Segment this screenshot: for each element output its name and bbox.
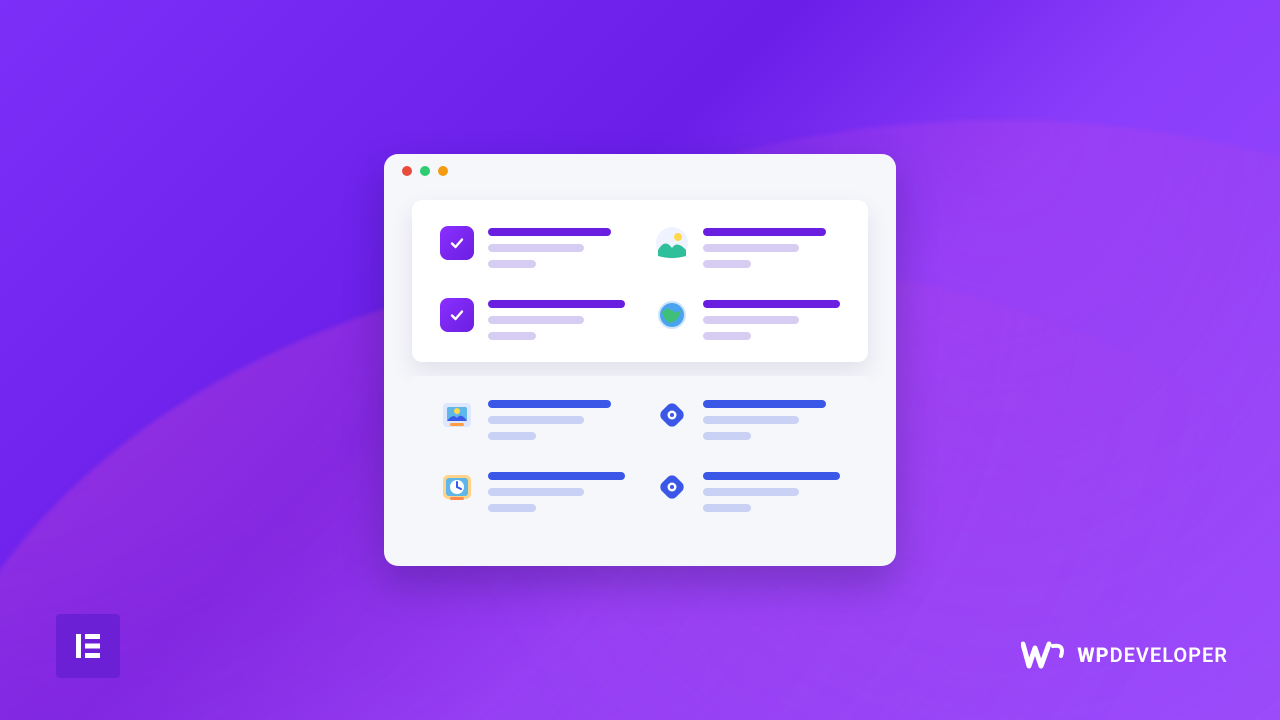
- placeholder-lines: [488, 398, 625, 440]
- list-item: [655, 226, 840, 268]
- developer-suffix: DEVELOPER: [1110, 643, 1228, 667]
- placeholder-lines: [703, 298, 840, 340]
- list-item: [655, 470, 840, 512]
- traffic-light-zoom-icon: [438, 166, 448, 176]
- elementor-icon: [71, 629, 105, 663]
- placeholder-lines: [488, 470, 625, 512]
- list-item: [440, 226, 625, 268]
- feature-panel-bottom: [412, 376, 868, 534]
- list-item: [440, 470, 625, 512]
- diamond-icon: [655, 398, 689, 432]
- image-icon: [655, 226, 689, 260]
- feature-panels: [412, 200, 868, 534]
- globe-icon: [655, 298, 689, 332]
- elementor-logo: [56, 614, 120, 678]
- list-item: [440, 298, 625, 340]
- checkbox-icon: [440, 298, 474, 332]
- list-item: [655, 398, 840, 440]
- feature-grid: [440, 398, 840, 512]
- traffic-light-close-icon: [402, 166, 412, 176]
- browser-titlebar: [384, 154, 896, 188]
- browser-window: [384, 154, 896, 566]
- diamond-icon: [655, 470, 689, 504]
- placeholder-lines: [703, 226, 840, 268]
- wpdeveloper-logo: WPDEVELOPER: [1021, 640, 1228, 670]
- wpdeveloper-wordmark: WPDEVELOPER: [1077, 643, 1228, 667]
- wpdeveloper-mark-icon: [1021, 640, 1067, 670]
- photo-icon: [440, 398, 474, 432]
- checkbox-icon: [440, 226, 474, 260]
- placeholder-lines: [488, 298, 625, 340]
- placeholder-lines: [488, 226, 625, 268]
- list-item: [655, 298, 840, 340]
- wp-prefix: WP: [1077, 643, 1109, 667]
- feature-grid: [440, 226, 840, 340]
- list-item: [440, 398, 625, 440]
- hero-stage: WPDEVELOPER: [0, 0, 1280, 720]
- traffic-light-minimize-icon: [420, 166, 430, 176]
- feature-panel-top: [412, 200, 868, 362]
- placeholder-lines: [703, 398, 840, 440]
- clock-icon: [440, 470, 474, 504]
- placeholder-lines: [703, 470, 840, 512]
